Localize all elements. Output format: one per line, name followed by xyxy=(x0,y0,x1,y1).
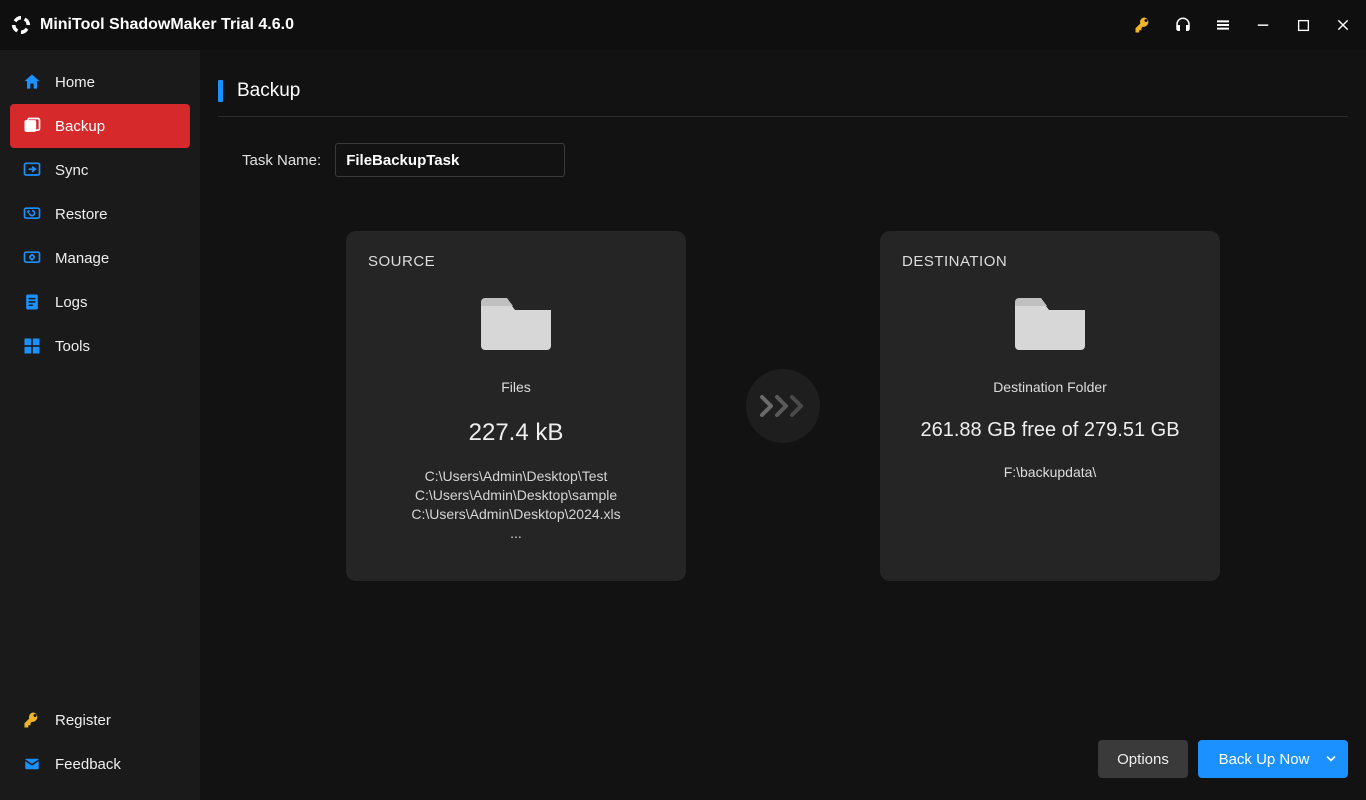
page-header: Backup xyxy=(218,80,1348,117)
destination-heading: DESTINATION xyxy=(902,253,1198,270)
page-title: Backup xyxy=(237,80,300,102)
source-path: C:\Users\Admin\Desktop\sample xyxy=(368,486,664,505)
sidebar-item-label: Home xyxy=(55,74,95,91)
dropdown-caret-icon xyxy=(1326,751,1336,768)
close-icon[interactable] xyxy=(1334,16,1352,34)
arrow-chevrons-icon xyxy=(746,369,820,443)
backup-now-button[interactable]: Back Up Now xyxy=(1198,740,1348,778)
source-paths: C:\Users\Admin\Desktop\Test C:\Users\Adm… xyxy=(368,467,664,543)
source-type-label: Files xyxy=(368,379,664,395)
task-name-input[interactable] xyxy=(335,143,565,177)
source-path: C:\Users\Admin\Desktop\Test xyxy=(368,467,664,486)
restore-icon xyxy=(22,204,42,224)
sidebar-item-label: Tools xyxy=(55,338,90,355)
sidebar-item-label: Sync xyxy=(55,162,88,179)
source-card[interactable]: SOURCE Files 227.4 kB C:\Users\Admin\Des… xyxy=(346,231,686,581)
titlebar-left: MiniTool ShadowMaker Trial 4.6.0 xyxy=(10,14,294,36)
logs-icon xyxy=(22,292,42,312)
backup-now-label: Back Up Now xyxy=(1219,751,1310,768)
sidebar: Home Backup Sync Restore xyxy=(0,50,200,800)
folder-icon xyxy=(477,288,555,355)
destination-path: F:\backupdata\ xyxy=(902,464,1198,480)
headset-icon[interactable] xyxy=(1174,16,1192,34)
sidebar-item-label: Feedback xyxy=(55,756,121,773)
tools-icon xyxy=(22,336,42,356)
sidebar-item-register[interactable]: Register xyxy=(10,698,190,742)
sidebar-item-logs[interactable]: Logs xyxy=(10,280,190,324)
folder-icon xyxy=(1011,288,1089,355)
source-heading: SOURCE xyxy=(368,253,664,270)
sidebar-item-backup[interactable]: Backup xyxy=(10,104,190,148)
sidebar-item-sync[interactable]: Sync xyxy=(10,148,190,192)
home-icon xyxy=(22,72,42,92)
key-icon[interactable] xyxy=(1134,16,1152,34)
sidebar-item-manage[interactable]: Manage xyxy=(10,236,190,280)
manage-icon xyxy=(22,248,42,268)
menu-icon[interactable] xyxy=(1214,16,1232,34)
sidebar-item-label: Restore xyxy=(55,206,108,223)
titlebar-right xyxy=(1134,16,1352,34)
source-path-more: ... xyxy=(368,524,664,543)
task-name-label: Task Name: xyxy=(242,152,321,169)
header-accent xyxy=(218,80,223,102)
destination-card[interactable]: DESTINATION Destination Folder 261.88 GB… xyxy=(880,231,1220,581)
window-title: MiniTool ShadowMaker Trial 4.6.0 xyxy=(40,16,294,34)
minimize-icon[interactable] xyxy=(1254,16,1272,34)
source-path: C:\Users\Admin\Desktop\2024.xls xyxy=(368,505,664,524)
options-button[interactable]: Options xyxy=(1098,740,1188,778)
feedback-mail-icon xyxy=(22,754,42,774)
sidebar-item-label: Register xyxy=(55,712,111,729)
task-name-row: Task Name: xyxy=(218,143,1348,177)
titlebar: MiniTool ShadowMaker Trial 4.6.0 xyxy=(0,0,1366,50)
sidebar-item-label: Backup xyxy=(55,118,105,135)
destination-free: 261.88 GB free of 279.51 GB xyxy=(902,419,1198,442)
sync-icon xyxy=(22,160,42,180)
sidebar-item-tools[interactable]: Tools xyxy=(10,324,190,368)
main-panel: Backup Task Name: SOURCE Files 227.4 kB … xyxy=(200,50,1366,800)
sidebar-item-feedback[interactable]: Feedback xyxy=(10,742,190,786)
sidebar-item-home[interactable]: Home xyxy=(10,60,190,104)
cards-row: SOURCE Files 227.4 kB C:\Users\Admin\Des… xyxy=(218,231,1348,581)
maximize-icon[interactable] xyxy=(1294,16,1312,34)
sidebar-item-label: Manage xyxy=(55,250,109,267)
source-size: 227.4 kB xyxy=(368,419,664,447)
destination-type-label: Destination Folder xyxy=(902,379,1198,395)
register-key-icon xyxy=(22,710,42,730)
app-logo-icon xyxy=(10,14,32,36)
sidebar-item-label: Logs xyxy=(55,294,88,311)
sidebar-item-restore[interactable]: Restore xyxy=(10,192,190,236)
footer-actions: Options Back Up Now xyxy=(1098,740,1348,778)
backup-icon xyxy=(22,116,42,136)
